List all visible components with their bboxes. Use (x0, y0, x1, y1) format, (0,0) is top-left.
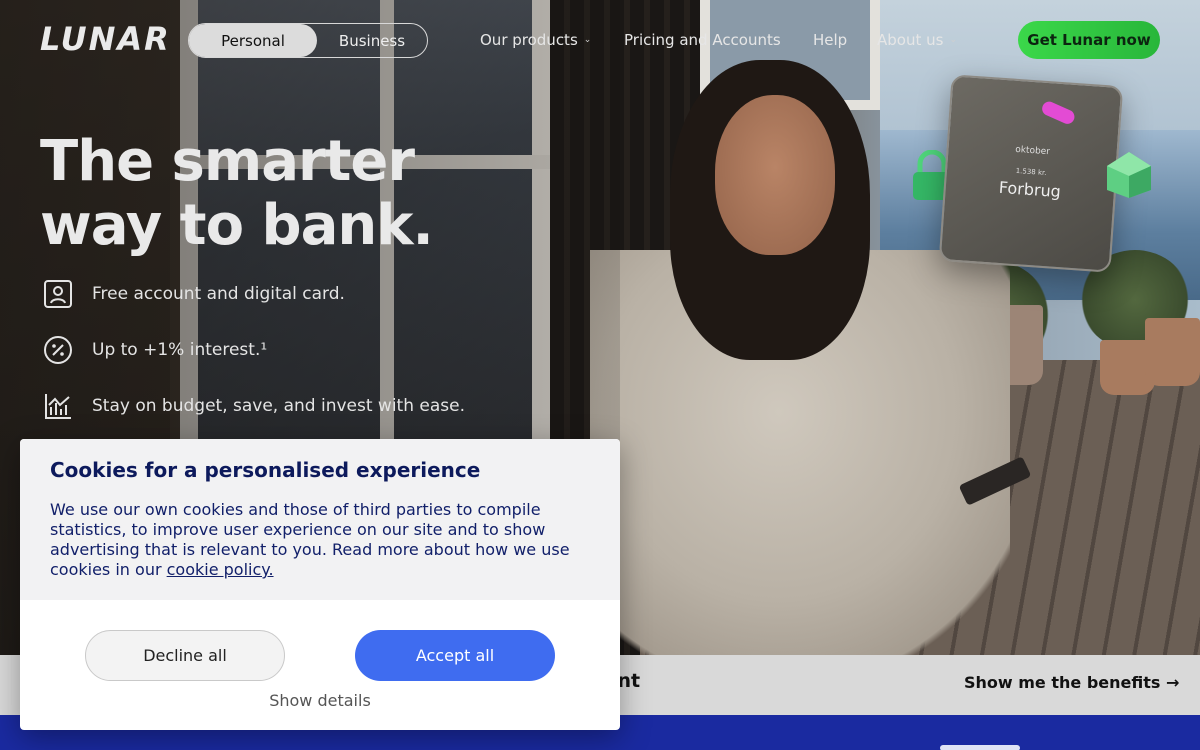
nav-pricing[interactable]: Pricing and Accounts (624, 30, 781, 50)
chevron-down-icon: ⌄ (583, 35, 592, 45)
spending-card: oktober 1.538 kr. Forbrug (938, 74, 1124, 273)
lunar-logo[interactable]: LUNAR (40, 20, 171, 58)
cookie-title: Cookies for a personalised experience (50, 458, 481, 482)
card-pill (1039, 99, 1077, 127)
headline-line-1: The smarter (40, 129, 415, 194)
bar-chart-icon (42, 390, 74, 422)
feature-item: Free account and digital card. (42, 278, 345, 310)
feature-text: Up to +1% interest.¹ (92, 340, 268, 360)
cookie-text: We use our own cookies and those of thir… (50, 500, 570, 579)
feature-item: Up to +1% interest.¹ (42, 334, 267, 366)
feature-text: Stay on budget, save, and invest with ea… (92, 396, 465, 416)
nav-about-us[interactable]: About us ⌄ (877, 30, 957, 50)
accept-all-button[interactable]: Accept all (355, 630, 555, 681)
nav-label: Pricing and Accounts (624, 31, 781, 49)
show-details-link[interactable]: Show details (20, 691, 620, 710)
nav-label: Help (813, 31, 848, 49)
cookie-policy-link[interactable]: cookie policy. (167, 560, 274, 579)
card-month: oktober (1014, 144, 1051, 158)
nav-label: Our products (480, 31, 578, 49)
nav-our-products[interactable]: Our products ⌄ (480, 30, 591, 50)
cookie-content: Cookies for a personalised experience We… (20, 439, 620, 600)
segment-business[interactable]: Business (317, 24, 427, 57)
feature-item: Stay on budget, save, and invest with ea… (42, 390, 465, 422)
decline-all-button[interactable]: Decline all (85, 630, 285, 681)
house-icon (1107, 152, 1151, 198)
chevron-down-icon: ⌄ (949, 35, 957, 45)
show-benefits-link[interactable]: Show me the benefits → (964, 673, 1179, 692)
cookie-body: We use our own cookies and those of thir… (50, 500, 590, 580)
person-face (715, 95, 835, 255)
decorative-glint (940, 745, 1020, 750)
nav-label: About us (877, 31, 944, 49)
cookie-dialog: Cookies for a personalised experience We… (20, 439, 620, 730)
nav-help[interactable]: Help (813, 30, 847, 50)
get-lunar-button[interactable]: Get Lunar now (1018, 21, 1160, 59)
audience-switch: Personal Business (188, 23, 428, 58)
segment-personal[interactable]: Personal (189, 24, 317, 57)
feature-text: Free account and digital card. (92, 284, 345, 304)
percent-icon (42, 334, 74, 366)
plant-pot (1145, 318, 1200, 386)
hero-headline: The smarter way to bank. (40, 130, 560, 258)
id-card-icon (42, 278, 74, 310)
headline-line-2: way to bank. (40, 193, 434, 258)
